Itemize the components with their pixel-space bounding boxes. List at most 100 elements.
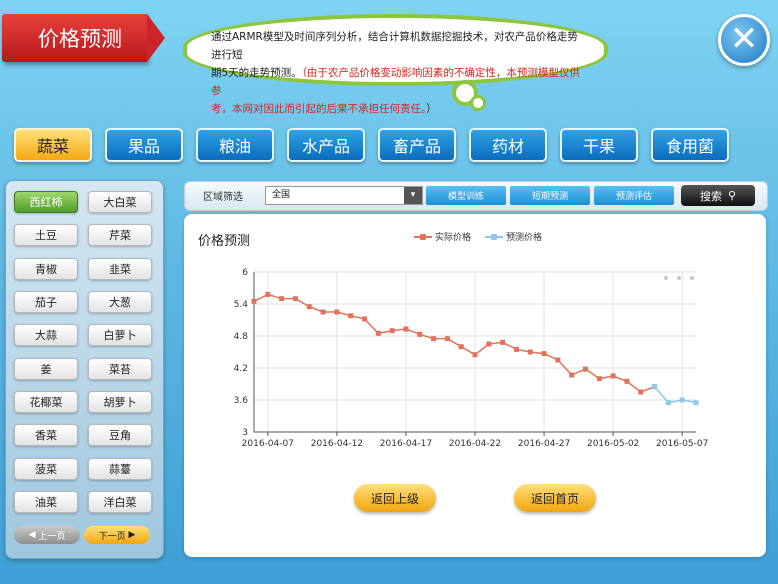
price-chart: 3 3.6 4.2 4.8 5.4 6 2016-04-07 2016-04-12 2016-0… bbox=[234, 268, 709, 449]
forecast-evaluation-button[interactable]: 预测评估 bbox=[594, 186, 674, 205]
search-button[interactable]: 搜索 ⚲ bbox=[681, 185, 755, 206]
tab-grain-oil[interactable]: 粮油 bbox=[196, 128, 274, 162]
search-icon: ⚲ bbox=[727, 189, 737, 202]
home-button[interactable]: 返回首页 bbox=[514, 484, 596, 512]
veg-item[interactable]: 大白菜 bbox=[88, 191, 152, 213]
veg-item[interactable]: 韭菜 bbox=[88, 258, 152, 280]
actual-price-point bbox=[610, 373, 616, 379]
chart-toolbox-dot bbox=[677, 276, 681, 280]
actual-price-point bbox=[458, 344, 464, 350]
region-select-value: 全国 bbox=[272, 190, 291, 200]
veg-item[interactable]: 茄子 bbox=[14, 291, 78, 313]
veg-item[interactable]: 油菜 bbox=[14, 491, 78, 513]
tab-fruits[interactable]: 果品 bbox=[105, 128, 183, 162]
actual-price-point bbox=[334, 309, 340, 315]
veg-item[interactable]: 胡萝卜 bbox=[88, 391, 152, 413]
forecast-panel: 价格预测 实际价格 预测价格 3 3.6 4.2 4.8 5.4 6 2016-04-07 2… bbox=[184, 214, 766, 557]
region-select[interactable]: 全国 ▾ bbox=[265, 186, 423, 205]
x-tick-label: 2016-05-07 bbox=[656, 439, 708, 449]
tab-aquatic[interactable]: 水产品 bbox=[287, 128, 365, 162]
predicted-price-point bbox=[665, 400, 671, 406]
actual-price-point bbox=[444, 336, 450, 342]
back-button[interactable]: 返回上级 bbox=[354, 484, 436, 512]
actual-price-point bbox=[375, 330, 381, 336]
notice-bubble: 通过ARMR模型及时间序列分析，结合计算机数据挖掘技术，对农产品价格走势进行短 … bbox=[183, 14, 608, 115]
next-page-button[interactable]: 下一页 ▶ bbox=[84, 526, 150, 544]
actual-price-point bbox=[638, 389, 644, 395]
tab-vegetables[interactable]: 蔬菜 bbox=[14, 128, 92, 162]
actual-price-point bbox=[527, 349, 533, 355]
actual-price-point bbox=[320, 309, 326, 315]
actual-price-point bbox=[279, 296, 285, 302]
actual-price-point bbox=[555, 357, 561, 363]
chart-title: 价格预测 bbox=[198, 234, 251, 249]
y-tick-label: 5.4 bbox=[234, 300, 249, 310]
veg-item[interactable]: 花椰菜 bbox=[14, 391, 78, 413]
veg-item[interactable]: 蒜薹 bbox=[88, 458, 152, 480]
veg-item[interactable]: 西红柿 bbox=[14, 191, 78, 213]
notice-line-1: 通过ARMR模型及时间序列分析，结合计算机数据挖掘技术，对农产品价格走势进行短 bbox=[211, 31, 578, 61]
actual-price-point bbox=[431, 336, 437, 342]
veg-item[interactable]: 菠菜 bbox=[14, 458, 78, 480]
x-tick-label: 2016-04-22 bbox=[449, 439, 501, 449]
prev-page-button[interactable]: ◀ 上一页 bbox=[14, 526, 80, 544]
tab-herbs[interactable]: 药材 bbox=[469, 128, 547, 162]
actual-price-point bbox=[389, 328, 395, 334]
x-tick-label: 2016-04-12 bbox=[311, 439, 363, 449]
actual-price-point bbox=[486, 341, 492, 347]
close-button[interactable]: ✕ bbox=[718, 14, 770, 66]
close-icon: ✕ bbox=[729, 19, 759, 59]
actual-price-point bbox=[569, 372, 575, 378]
actual-price-point bbox=[513, 346, 519, 352]
chevron-left-icon: ◀ bbox=[28, 530, 39, 540]
chevron-down-icon: ▾ bbox=[404, 187, 422, 204]
notice-disclaimer-2: 考，本网对因此而引起的后果不承担任何责任。 bbox=[211, 103, 427, 115]
filter-bar: 区域筛选 全国 ▾ 模型训练 短期预测 预测评估 搜索 ⚲ bbox=[184, 181, 768, 211]
region-filter-label: 区域筛选 bbox=[203, 192, 243, 203]
veg-item[interactable]: 土豆 bbox=[14, 224, 78, 246]
chart-toolbox-dot bbox=[664, 276, 668, 280]
veg-item[interactable]: 姜 bbox=[14, 358, 78, 380]
veg-item[interactable]: 青椒 bbox=[14, 258, 78, 280]
notice-line-2-text: 期5天的走势预测。 bbox=[211, 67, 302, 79]
notice-line-3-end: ） bbox=[426, 103, 437, 115]
legend-item-predicted[interactable]: 预测价格 bbox=[485, 230, 542, 243]
actual-price-point bbox=[624, 378, 630, 384]
predicted-price-point bbox=[693, 400, 699, 406]
short-term-forecast-button[interactable]: 短期预测 bbox=[510, 186, 590, 205]
bubble-tail-small bbox=[470, 95, 486, 111]
x-tick-label: 2016-04-27 bbox=[518, 439, 570, 449]
x-tick-label: 2016-04-07 bbox=[242, 439, 294, 449]
page-title: 价格预测 bbox=[2, 14, 165, 62]
tab-dried-fruits[interactable]: 干果 bbox=[560, 128, 638, 162]
predicted-price-point bbox=[652, 384, 658, 390]
x-tick-label: 2016-04-17 bbox=[380, 439, 432, 449]
veg-item[interactable]: 白萝卜 bbox=[88, 324, 152, 346]
y-tick-label: 4.2 bbox=[234, 364, 248, 374]
chart-toolbox-dot bbox=[690, 276, 694, 280]
tab-livestock[interactable]: 畜产品 bbox=[378, 128, 456, 162]
veg-item[interactable]: 芹菜 bbox=[88, 224, 152, 246]
veg-item[interactable]: 香菜 bbox=[14, 424, 78, 446]
y-tick-label: 4.8 bbox=[234, 332, 249, 342]
notice-line-3: 考，本网对因此而引起的后果不承担任何责任。） bbox=[211, 100, 582, 118]
legend-label-actual: 实际价格 bbox=[435, 233, 472, 243]
y-tick-label: 3.6 bbox=[234, 396, 249, 406]
actual-price-point bbox=[292, 296, 298, 302]
veg-item[interactable]: 大葱 bbox=[88, 291, 152, 313]
legend-item-actual[interactable]: 实际价格 bbox=[414, 230, 471, 243]
veg-item[interactable]: 豆角 bbox=[88, 424, 152, 446]
actual-price-point bbox=[306, 304, 312, 310]
actual-price-point bbox=[348, 313, 354, 319]
chevron-right-icon: ▶ bbox=[125, 530, 136, 540]
veg-item[interactable]: 洋白菜 bbox=[88, 491, 152, 513]
actual-price-point bbox=[472, 352, 478, 358]
veg-item[interactable]: 大蒜 bbox=[14, 324, 78, 346]
veg-item[interactable]: 菜苔 bbox=[88, 358, 152, 380]
actual-price-line bbox=[253, 293, 655, 393]
actual-price-point bbox=[265, 291, 271, 297]
model-training-button[interactable]: 模型训练 bbox=[426, 186, 506, 205]
legend-swatch-actual bbox=[414, 233, 432, 240]
tab-mushrooms[interactable]: 食用菌 bbox=[651, 128, 729, 162]
legend-swatch-predicted bbox=[485, 233, 504, 240]
